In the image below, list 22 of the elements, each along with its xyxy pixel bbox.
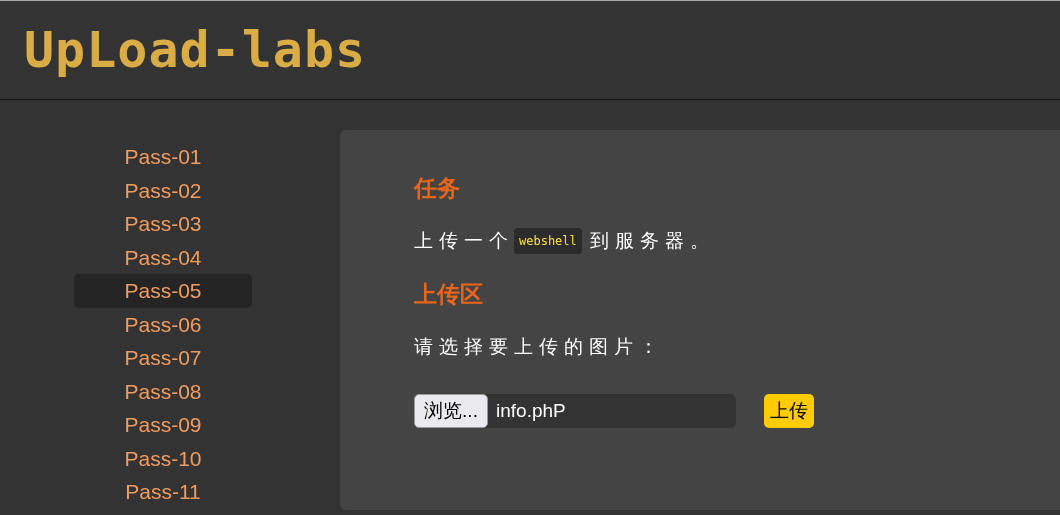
file-input[interactable]: 浏览... info.phP [414,394,736,428]
sidebar-item[interactable]: Pass-05 [74,274,252,308]
sidebar-item[interactable]: Pass-07 [74,341,252,375]
sidebar-item[interactable]: Pass-01 [74,140,252,174]
upload-prompt: 请选择要上传的图片： [414,335,665,359]
sidebar-item[interactable]: Pass-04 [74,240,252,274]
section-heading: 任务 [414,174,461,203]
code-tag: webshell [514,228,582,254]
task-text: 到服务器。 [589,229,715,253]
sidebar-item[interactable]: Pass-10 [74,441,252,475]
sidebar-item[interactable]: Pass-11 [74,475,252,509]
sidebar-item[interactable]: Pass-06 [74,307,252,341]
site-logo: UpLoad-labs [24,21,367,79]
section-heading: 上传区 [414,280,484,309]
task-text: 上传一个 [414,229,514,253]
file-name: info.phP [496,400,566,422]
sidebar-item[interactable]: Pass-08 [74,374,252,408]
upload-button[interactable]: 上传 [764,394,814,428]
browse-button[interactable]: 浏览... [414,394,488,428]
sidebar-item[interactable]: Pass-02 [74,173,252,207]
sidebar-item[interactable]: Pass-09 [74,408,252,442]
sidebar-item[interactable]: Pass-03 [74,207,252,241]
